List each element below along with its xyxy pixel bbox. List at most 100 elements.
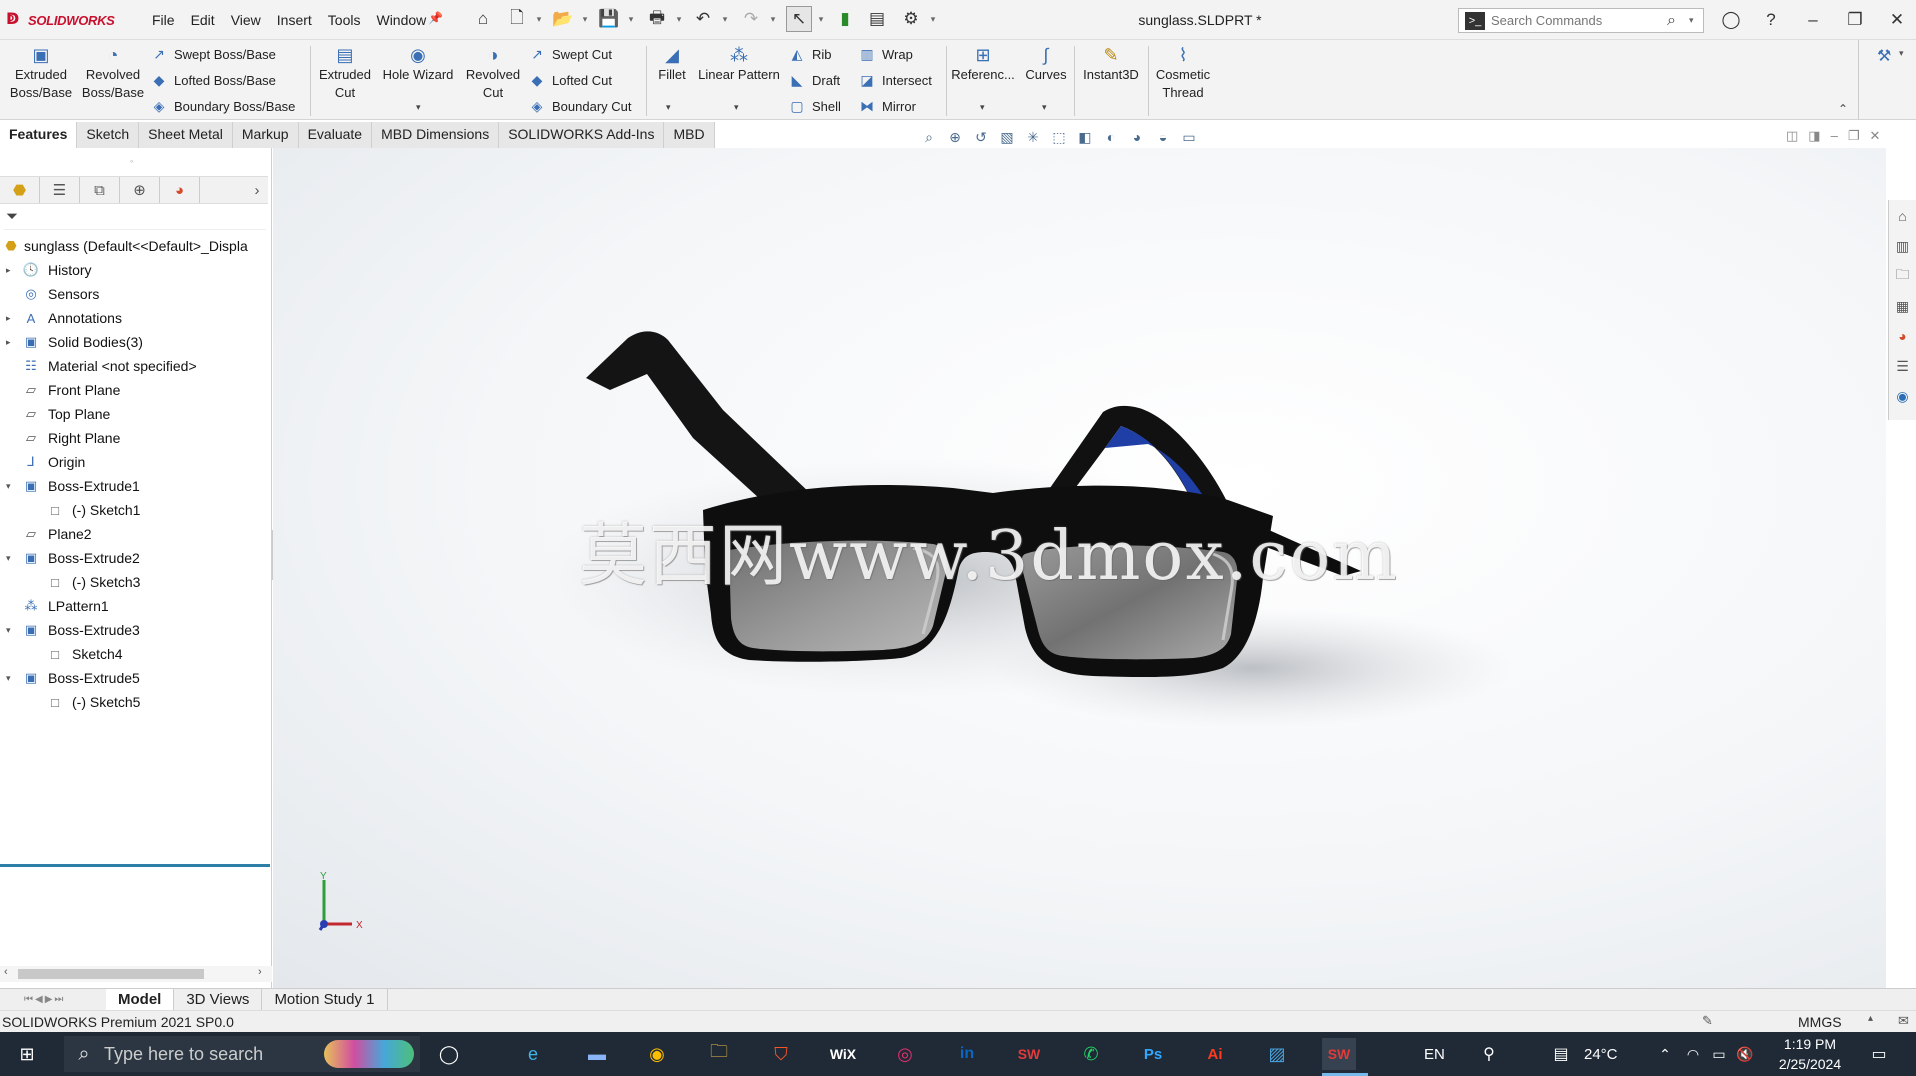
pin-menu-icon[interactable]: 📌 — [428, 11, 443, 25]
tree-node[interactable]: ▱ Front Plane — [0, 378, 272, 402]
print-icon[interactable]: 🖶 — [644, 6, 670, 32]
user-account-icon[interactable]: ◯ — [1714, 6, 1748, 34]
feature-manager-tab-icon[interactable]: ⬣ — [0, 177, 40, 203]
tree-node[interactable]: ▾ ▣ Boss-Extrude2 — [0, 546, 272, 570]
file-properties-icon[interactable]: ▤ — [864, 6, 890, 32]
file-explorer-taskbar-icon[interactable]: 🗀 — [702, 1038, 736, 1070]
chrome-icon[interactable]: ◉ — [640, 1038, 674, 1070]
redo-dropdown-icon[interactable]: ▾ — [768, 6, 778, 32]
reference-geometry-dropdown-icon[interactable]: ▾ — [980, 102, 985, 113]
section-view-icon[interactable]: ▧ — [996, 127, 1018, 147]
brave-icon[interactable]: ⛉ — [764, 1038, 798, 1070]
tree-node[interactable]: ▸ A Annotations — [0, 306, 272, 330]
people-icon[interactable]: ⚲ — [1472, 1038, 1506, 1070]
collapse-chevron-icon[interactable]: ▾ — [6, 625, 16, 636]
tree-node[interactable]: ▱ Plane2 — [0, 522, 272, 546]
quick-tips-icon[interactable]: ✉ — [1898, 1013, 1909, 1029]
tree-node[interactable]: ☷ Material <not specified> — [0, 354, 272, 378]
temperature[interactable]: 24°C — [1584, 1032, 1618, 1076]
lofted-cut-button[interactable]: ◆ Lofted Cut — [528, 70, 612, 90]
tree-node[interactable]: ⁂ LPattern1 — [0, 594, 272, 618]
wix-icon[interactable]: WiX — [826, 1038, 860, 1070]
tab-markup[interactable]: Markup — [232, 122, 299, 148]
tab-features[interactable]: Features — [0, 122, 78, 148]
graphics-area[interactable]: 莫西网www.3dmox.com Y X — [273, 148, 1886, 988]
save-dropdown-icon[interactable]: ▾ — [626, 6, 636, 32]
expand-chevron-icon[interactable]: ▸ — [6, 313, 16, 324]
zoom-to-fit-icon[interactable]: ⌕ — [918, 127, 940, 147]
collapse-ribbon-icon[interactable]: ⌃ — [1838, 102, 1848, 116]
tree-node[interactable]: ⅃ Origin — [0, 450, 272, 474]
sw-resources-dropdown-icon[interactable]: ▾ — [1899, 48, 1904, 59]
hole-wizard-button[interactable]: ◉ Hole Wizard — [380, 44, 456, 84]
tree-node[interactable]: ◎ Sensors — [0, 282, 272, 306]
new-dropdown-icon[interactable]: ▾ — [534, 6, 544, 32]
view-palette-icon[interactable]: ▦ — [1893, 296, 1913, 316]
scroll-thumb[interactable] — [18, 969, 204, 979]
tab-3d-views[interactable]: 3D Views — [174, 988, 263, 1011]
options-gear-icon[interactable]: ⚙ — [898, 6, 924, 32]
tree-node[interactable]: ▾ ▣ Boss-Extrude5 — [0, 666, 272, 690]
zoom-to-area-icon[interactable]: ⊕ — [944, 127, 966, 147]
first-tab-icon[interactable]: ⏮ — [24, 994, 33, 1005]
tree-node[interactable]: □ (-) Sketch3 — [0, 570, 272, 594]
apply-scene-icon[interactable]: ◒ — [1152, 127, 1174, 147]
undo-icon[interactable]: ↶ — [690, 6, 716, 32]
expand-chevron-icon[interactable]: ▸ — [6, 265, 16, 276]
intersect-button[interactable]: ◪ Intersect — [858, 70, 931, 90]
feature-tree-horizontal-scrollbar[interactable]: ‹ › — [0, 966, 272, 982]
search-commands-box[interactable]: >_ Search Commands ⌕ ▾ — [1458, 8, 1704, 33]
viewport-tile-icon[interactable]: ◫ — [1786, 128, 1798, 144]
taskbar-search[interactable]: ⌕ Type here to search — [64, 1036, 420, 1072]
scroll-left-icon[interactable]: ‹ — [4, 966, 8, 978]
draft-button[interactable]: ◣ Draft — [788, 70, 841, 90]
tree-node[interactable]: ▸ ▣ Solid Bodies(3) — [0, 330, 272, 354]
whatsapp-icon[interactable]: ✆ — [1074, 1038, 1108, 1070]
search-dropdown-icon[interactable]: ▾ — [1689, 15, 1703, 26]
reference-geometry-button[interactable]: ⊞ Referenc... — [950, 44, 1016, 84]
prev-tab-icon[interactable]: ◀ — [35, 994, 43, 1005]
view-settings-icon[interactable]: ▭ — [1178, 127, 1200, 147]
tab-sketch[interactable]: Sketch — [77, 122, 140, 148]
display-manager-tab-icon[interactable]: ◕ — [160, 177, 200, 203]
cosmetic-thread-button[interactable]: ⌇ Cosmetic Thread — [1152, 44, 1214, 102]
search-commands-input[interactable]: Search Commands — [1491, 13, 1667, 28]
menu-tools[interactable]: Tools — [320, 10, 369, 30]
tree-filter-icon[interactable]: ⏷ — [4, 208, 266, 230]
sw-resources-icon[interactable]: ⚒ — [1877, 46, 1891, 66]
instant3d-button[interactable]: ✎ Instant3D — [1078, 44, 1144, 84]
app-icon[interactable]: ▬ — [580, 1038, 614, 1070]
notifications-icon[interactable]: ▭ — [1862, 1038, 1896, 1070]
home-icon[interactable]: ⌂ — [470, 6, 496, 32]
edge-icon[interactable]: e — [516, 1038, 550, 1070]
solidworks-logo[interactable]: ↁ SOLIDWORKS — [6, 10, 115, 30]
viewport-close-icon[interactable]: ✕ — [1869, 128, 1880, 144]
tab-model[interactable]: Model — [106, 988, 175, 1011]
lofted-boss-button[interactable]: ◆ Lofted Boss/Base — [150, 70, 276, 90]
revolved-boss-button[interactable]: ◔ Revolved Boss/Base — [78, 44, 148, 102]
tab-solidworks-addins[interactable]: SOLIDWORKS Add-Ins — [499, 122, 665, 148]
collapse-chevron-icon[interactable]: ▾ — [6, 553, 16, 564]
extruded-cut-button[interactable]: ▤ Extruded Cut — [314, 44, 376, 102]
taskbar-search-input[interactable]: Type here to search — [104, 1044, 263, 1065]
solidworks-2021-icon[interactable]: SW — [1012, 1038, 1046, 1070]
tab-sheet-metal[interactable]: Sheet Metal — [139, 122, 233, 148]
select-icon[interactable]: ↖ — [786, 6, 812, 32]
restore-icon[interactable]: ❐ — [1838, 6, 1872, 34]
unit-system[interactable]: MMGS — [1798, 1014, 1842, 1030]
menu-view[interactable]: View — [223, 10, 269, 30]
tab-motion-study[interactable]: Motion Study 1 — [262, 988, 388, 1011]
fillet-button[interactable]: ◢ Fillet — [650, 44, 694, 84]
linear-pattern-dropdown-icon[interactable]: ▾ — [734, 102, 739, 113]
tree-node[interactable]: ▱ Right Plane — [0, 426, 272, 450]
windows-start-icon[interactable]: ⊞ — [10, 1038, 44, 1070]
configuration-manager-tab-icon[interactable]: ⧉ — [80, 177, 120, 203]
rib-button[interactable]: ◭ Rib — [788, 44, 832, 64]
curves-dropdown-icon[interactable]: ▾ — [1042, 102, 1047, 113]
open-icon[interactable]: 📂 — [550, 6, 576, 32]
tree-node[interactable]: ▾ ▣ Boss-Extrude3 — [0, 618, 272, 642]
last-tab-icon[interactable]: ⏭ — [54, 994, 63, 1005]
swept-boss-button[interactable]: ↗ Swept Boss/Base — [150, 44, 276, 64]
hole-wizard-dropdown-icon[interactable]: ▾ — [416, 102, 421, 113]
tree-node[interactable]: □ Sketch4 — [0, 642, 272, 666]
